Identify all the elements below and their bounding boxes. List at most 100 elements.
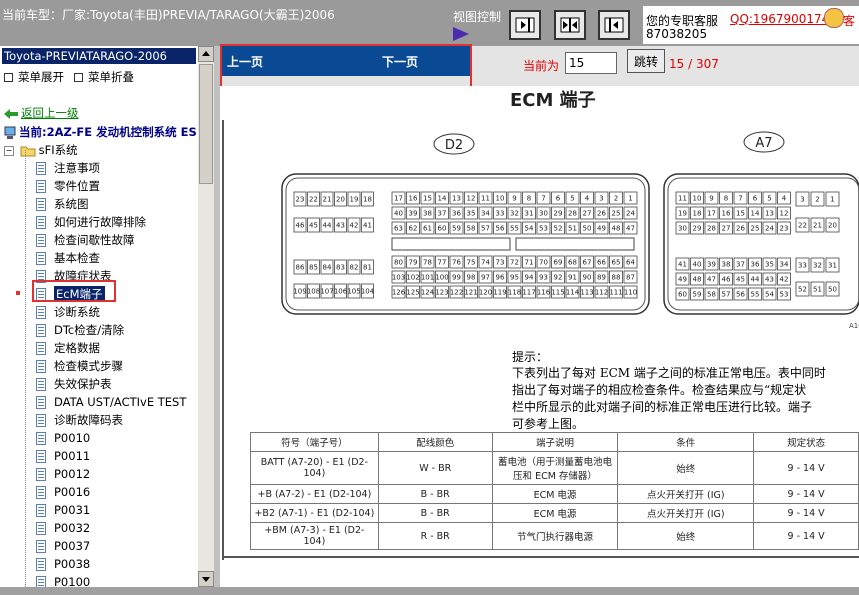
tree-guide (25, 150, 27, 587)
view-control-label: 视图控制 (453, 10, 502, 24)
scroll-down-button[interactable] (198, 571, 214, 587)
tree-item[interactable]: P0016 (36, 484, 90, 500)
pin-label: 55 (510, 225, 519, 233)
tree-item-label: 系统图 (54, 197, 89, 211)
tree-item[interactable]: P0011 (36, 448, 90, 464)
pin-label: 20 (828, 222, 837, 230)
back-link[interactable]: 返回上一级 (4, 105, 79, 121)
tree-item[interactable]: 如何进行故障排除 (36, 214, 146, 230)
page-count: 15 / 307 (669, 57, 719, 71)
pin-label: 21 (813, 222, 822, 230)
pin-label: 39 (707, 261, 716, 269)
pin-label: 1 (830, 196, 834, 204)
pin-label: 106 (334, 288, 348, 296)
phone-text: 87038205 (646, 27, 708, 41)
view-right-pane-button[interactable] (598, 10, 630, 40)
collapse-toggle-icon[interactable]: − (4, 145, 14, 156)
pin-label: 70 (539, 259, 548, 267)
qq-link[interactable]: QQ:1967900174 (730, 12, 829, 26)
pin-label: 30 (539, 210, 548, 218)
pin-label: 34 (780, 261, 789, 269)
document-icon (36, 377, 46, 391)
table-cell-desc: ECM 电源 (491, 503, 619, 523)
pin-label: 58 (467, 225, 476, 233)
tree-item[interactable]: 基本检查 (36, 250, 100, 266)
document-icon (36, 359, 46, 373)
tree-item[interactable]: P0031 (36, 502, 90, 518)
pin-label: 64 (626, 259, 635, 267)
tree-item[interactable]: DTc检查/清除 (36, 322, 124, 338)
pin-label: 95 (510, 274, 519, 282)
table-cell-symbol: +B2 (A7-1) - E1 (D2-104) (250, 503, 379, 523)
pin-label: 6 (753, 195, 758, 203)
document-icon (36, 215, 46, 229)
current-system: 当前:2AZ-FE 发动机控制系统 ES (4, 124, 197, 140)
tree-item[interactable]: 诊断系统 (36, 304, 100, 320)
table-cell-spec: 9 - 14 V (753, 503, 859, 523)
sfi-folder[interactable]: − sFI系统 (4, 142, 78, 158)
page-number-input[interactable] (565, 52, 617, 74)
document-icon (36, 197, 46, 211)
pin-label: 40 (394, 210, 403, 218)
qq-penguin-icon[interactable] (824, 8, 844, 28)
document-icon (36, 557, 46, 571)
pin-label: 23 (296, 196, 305, 204)
pin-label: 50 (828, 286, 837, 294)
expand-icon (4, 73, 13, 82)
note-line: 下表列出了每对 ECM 端子之间的标准正常电压。表中同时 (512, 366, 826, 380)
pin-label: 79 (409, 259, 418, 267)
table-cell-symbol: BATT (A7-20) - E1 (D2-104) (250, 451, 379, 485)
tree-item[interactable]: 注意事项 (36, 160, 100, 176)
tree-item[interactable]: P0032 (36, 520, 90, 536)
pin-label: 86 (296, 264, 305, 272)
tree-item[interactable]: 检查间歇性故障 (36, 232, 135, 248)
tree-item-label: 定格数据 (54, 341, 100, 355)
menu-expand-button[interactable]: 菜单展开 (4, 69, 64, 85)
view-split-button[interactable] (554, 10, 586, 40)
tree-item[interactable]: 检查模式步骤 (36, 358, 123, 374)
pin-label: 6 (556, 195, 561, 203)
kefu-link[interactable]: 客 (843, 12, 855, 29)
pin-label: 101 (421, 274, 434, 282)
tree-item[interactable]: 诊断故障码表 (36, 412, 123, 428)
pin-label: 98 (467, 274, 476, 282)
pin-label: 72 (510, 259, 519, 267)
jump-button[interactable]: 跳转 (627, 49, 665, 73)
table-cell-spec: 9 - 14 V (753, 522, 859, 550)
scroll-up-button[interactable] (198, 46, 214, 62)
tree-title: Toyota-PREVIATARAGO-2006 (2, 48, 196, 64)
pin-label: 74 (481, 259, 490, 267)
tree-item[interactable]: 系统图 (36, 196, 89, 212)
arrow-up-icon (202, 51, 210, 56)
pin-label: 39 (409, 210, 418, 218)
pin-label: 25 (612, 210, 621, 218)
current-car-label: 当前车型：厂家:Toyota(丰田)PREVIA/TARAGO(大霸王)2006 (2, 8, 335, 22)
tree-item[interactable]: P0012 (36, 466, 90, 482)
tree-item-label: 诊断系统 (54, 305, 100, 319)
pin-label: 30 (678, 225, 687, 233)
note-title: 提示： (512, 350, 549, 364)
pin-label: 1 (628, 195, 632, 203)
pin-label: 115 (551, 289, 564, 297)
pin-label: 9 (709, 195, 713, 203)
menu-collapse-button[interactable]: 菜单折叠 (74, 69, 134, 85)
pin-label: 49 (597, 225, 606, 233)
tree-item[interactable]: P0037 (36, 538, 90, 554)
tree-item[interactable]: 零件位置 (36, 178, 100, 194)
tree-item[interactable]: 失效保护表 (36, 376, 112, 392)
pin-label: 104 (361, 288, 375, 296)
document-icon (36, 233, 46, 247)
pin-label: 8 (527, 195, 531, 203)
tree-item-label: P0031 (54, 503, 91, 517)
pin-label: 93 (539, 274, 548, 282)
tree-item[interactable]: 定格数据 (36, 340, 100, 356)
table-row: +B2 (A7-1) - E1 (D2-104) B - BR ECM 电源 点火开关… (250, 503, 859, 523)
tree-item[interactable]: DATA UST/ACTIvE TEST (36, 394, 186, 410)
pin-label: 112 (595, 289, 608, 297)
tree-item[interactable]: P0038 (36, 556, 90, 572)
scroll-thumb[interactable] (199, 64, 213, 184)
document-icon (36, 431, 46, 445)
tree-item[interactable]: P0010 (36, 430, 90, 446)
note-line: 栏中所显示的此对端子间的标准正常电压进行比较。端子 (512, 400, 813, 414)
view-left-pane-button[interactable] (509, 10, 541, 40)
